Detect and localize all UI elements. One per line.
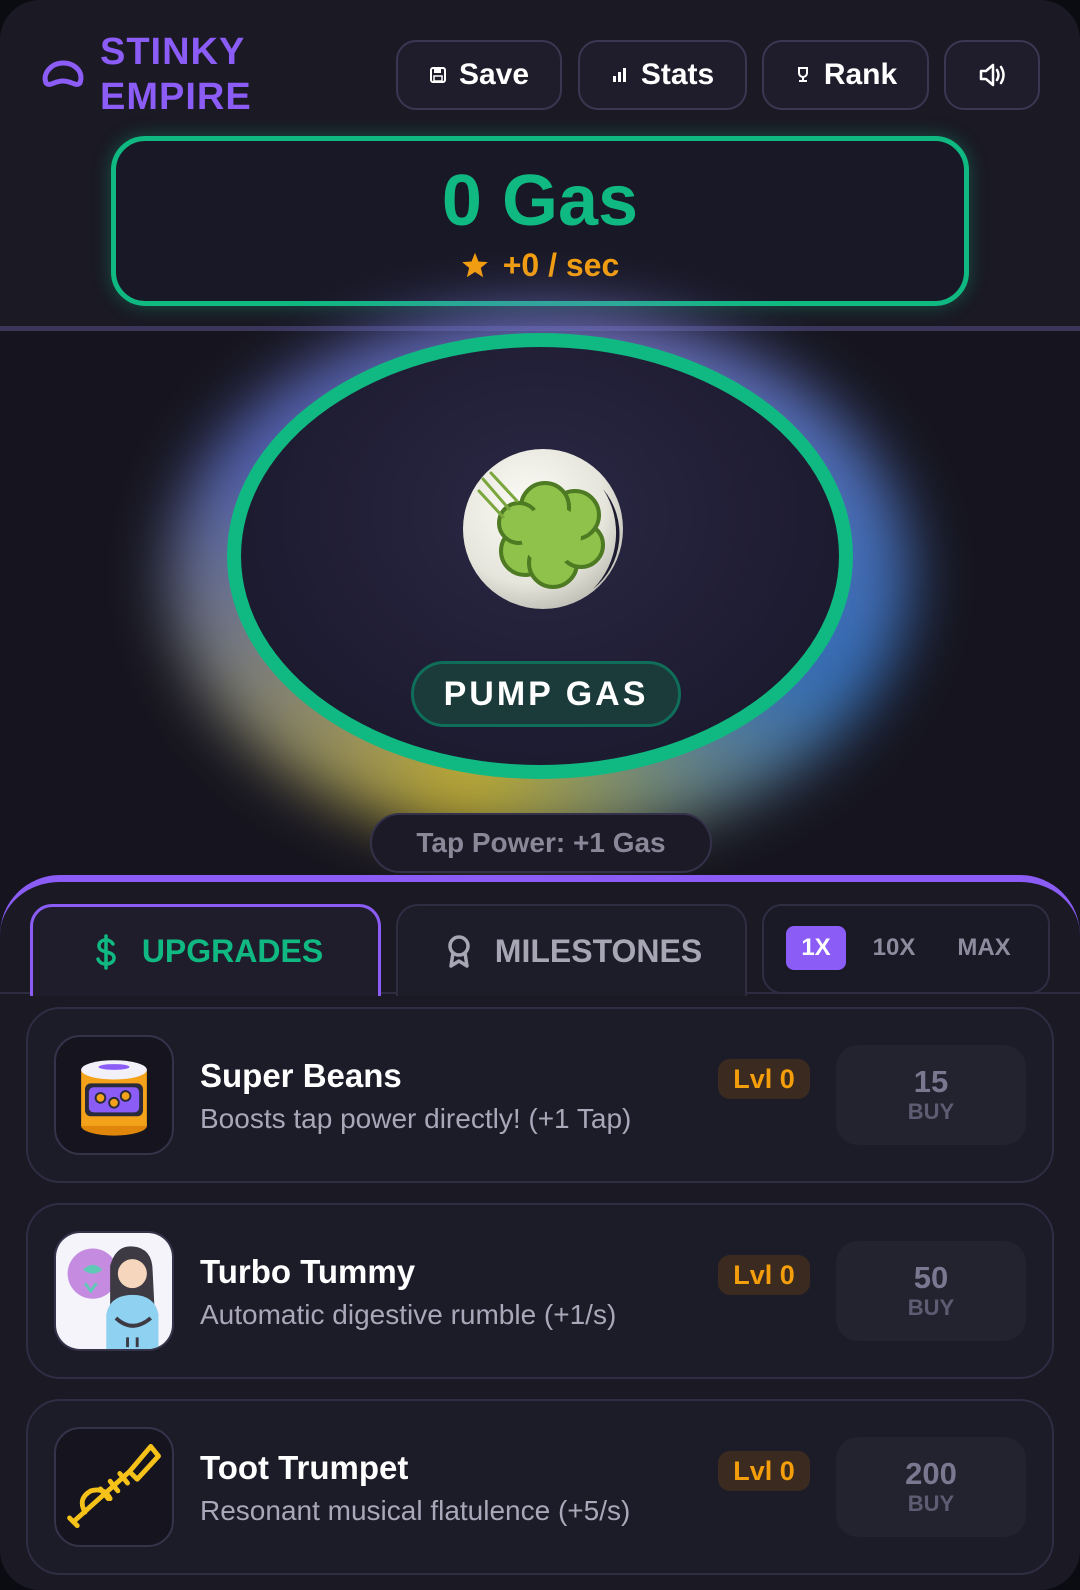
brand-title-line1: STINKY xyxy=(100,31,246,73)
upgrade-description: Boosts tap power directly! (+1 Tap) xyxy=(200,1103,632,1134)
pump-area: PUMP GAS Tap Power: +1 Gas xyxy=(0,311,1080,891)
upgrade-icon-frame xyxy=(54,1035,174,1155)
save-label: Save xyxy=(458,58,530,91)
tab-upgrades[interactable]: UPGRADES xyxy=(30,904,381,996)
buy-button[interactable]: 15 BUY xyxy=(836,1045,1026,1145)
multiplier-10x[interactable]: 10X xyxy=(859,926,929,970)
gas-counter: 0 Gas +0 / sec xyxy=(111,136,969,306)
brand-title: STINKY EMPIRE xyxy=(100,30,252,120)
rank-button[interactable]: Rank xyxy=(762,40,929,110)
cloud-logo-icon xyxy=(42,60,84,87)
upgrade-title: Toot Trumpet xyxy=(200,1449,409,1486)
upgrade-level-badge: Lvl 0 xyxy=(718,1451,810,1491)
upgrade-level-badge: Lvl 0 xyxy=(718,1255,810,1295)
gas-rate: +0 / sec xyxy=(116,245,964,285)
buy-cost: 15 xyxy=(913,1064,949,1099)
upgrades-panel: UPGRADES MILESTONES 1X 10X MAX Super Bea… xyxy=(0,875,1080,1590)
upgrade-card-turbo-tummy: Turbo Tummy Automatic digestive rumble (… xyxy=(26,1203,1054,1379)
buy-cost: 200 xyxy=(905,1456,957,1491)
buy-multiplier-group: 1X 10X MAX xyxy=(762,904,1050,994)
buy-label: BUY xyxy=(907,1295,955,1320)
dollar-icon xyxy=(96,933,116,970)
upgrade-icon-frame xyxy=(54,1427,174,1547)
floppy-disk-icon xyxy=(429,67,446,83)
save-button[interactable]: Save xyxy=(396,40,562,110)
buy-button[interactable]: 200 BUY xyxy=(836,1437,1026,1537)
pump-gas-button[interactable]: PUMP GAS xyxy=(227,333,853,779)
multiplier-1x[interactable]: 1X xyxy=(786,926,846,970)
tab-milestones-label: MILESTONES xyxy=(494,932,703,969)
upgrade-title: Turbo Tummy xyxy=(200,1253,416,1290)
game-screen: STINKY EMPIRE Save Stats Rank 0 Gas +0 /… xyxy=(0,0,1080,1590)
award-icon xyxy=(448,935,470,968)
pump-gas-label: PUMP GAS xyxy=(411,661,681,727)
upgrade-title: Super Beans xyxy=(200,1057,402,1094)
bean-can-icon xyxy=(81,1060,147,1136)
tab-milestones[interactable]: MILESTONES xyxy=(396,904,747,996)
multiplier-max[interactable]: MAX xyxy=(944,926,1024,970)
buy-label: BUY xyxy=(907,1491,955,1516)
upgrade-level-badge: Lvl 0 xyxy=(718,1059,810,1099)
gas-amount: 0 Gas xyxy=(441,161,639,241)
rank-label: Rank xyxy=(823,58,898,91)
buy-label: BUY xyxy=(907,1099,955,1124)
upgrade-description: Automatic digestive rumble (+1/s) xyxy=(200,1299,617,1330)
upgrade-icon-frame xyxy=(54,1231,174,1351)
header: STINKY EMPIRE Save Stats Rank 0 Gas +0 /… xyxy=(0,0,1080,330)
star-icon xyxy=(461,252,488,278)
stats-label: Stats xyxy=(640,58,715,91)
bar-chart-icon xyxy=(612,68,626,82)
trumpet-icon xyxy=(67,1443,161,1529)
upgrade-description: Resonant musical flatulence (+5/s) xyxy=(200,1495,631,1526)
sound-toggle-button[interactable] xyxy=(944,40,1040,110)
tab-upgrades-label: UPGRADES xyxy=(141,933,324,969)
stats-button[interactable]: Stats xyxy=(578,40,747,110)
trophy-icon xyxy=(797,67,808,82)
upgrade-card-super-beans: Super Beans Boosts tap power directly! (… xyxy=(26,1007,1054,1183)
speaker-icon xyxy=(979,63,1005,87)
gas-cloud-icon xyxy=(463,449,623,609)
buy-button[interactable]: 50 BUY xyxy=(836,1241,1026,1341)
tap-power-badge: Tap Power: +1 Gas xyxy=(370,813,712,873)
brand: STINKY EMPIRE xyxy=(40,30,252,120)
gas-rate-text: +0 / sec xyxy=(502,247,620,283)
brand-title-line2: EMPIRE xyxy=(100,76,252,118)
tummy-person-icon xyxy=(56,1233,172,1349)
buy-cost: 50 xyxy=(913,1260,949,1295)
upgrade-card-toot-trumpet: Toot Trumpet Resonant musical flatulence… xyxy=(26,1399,1054,1575)
